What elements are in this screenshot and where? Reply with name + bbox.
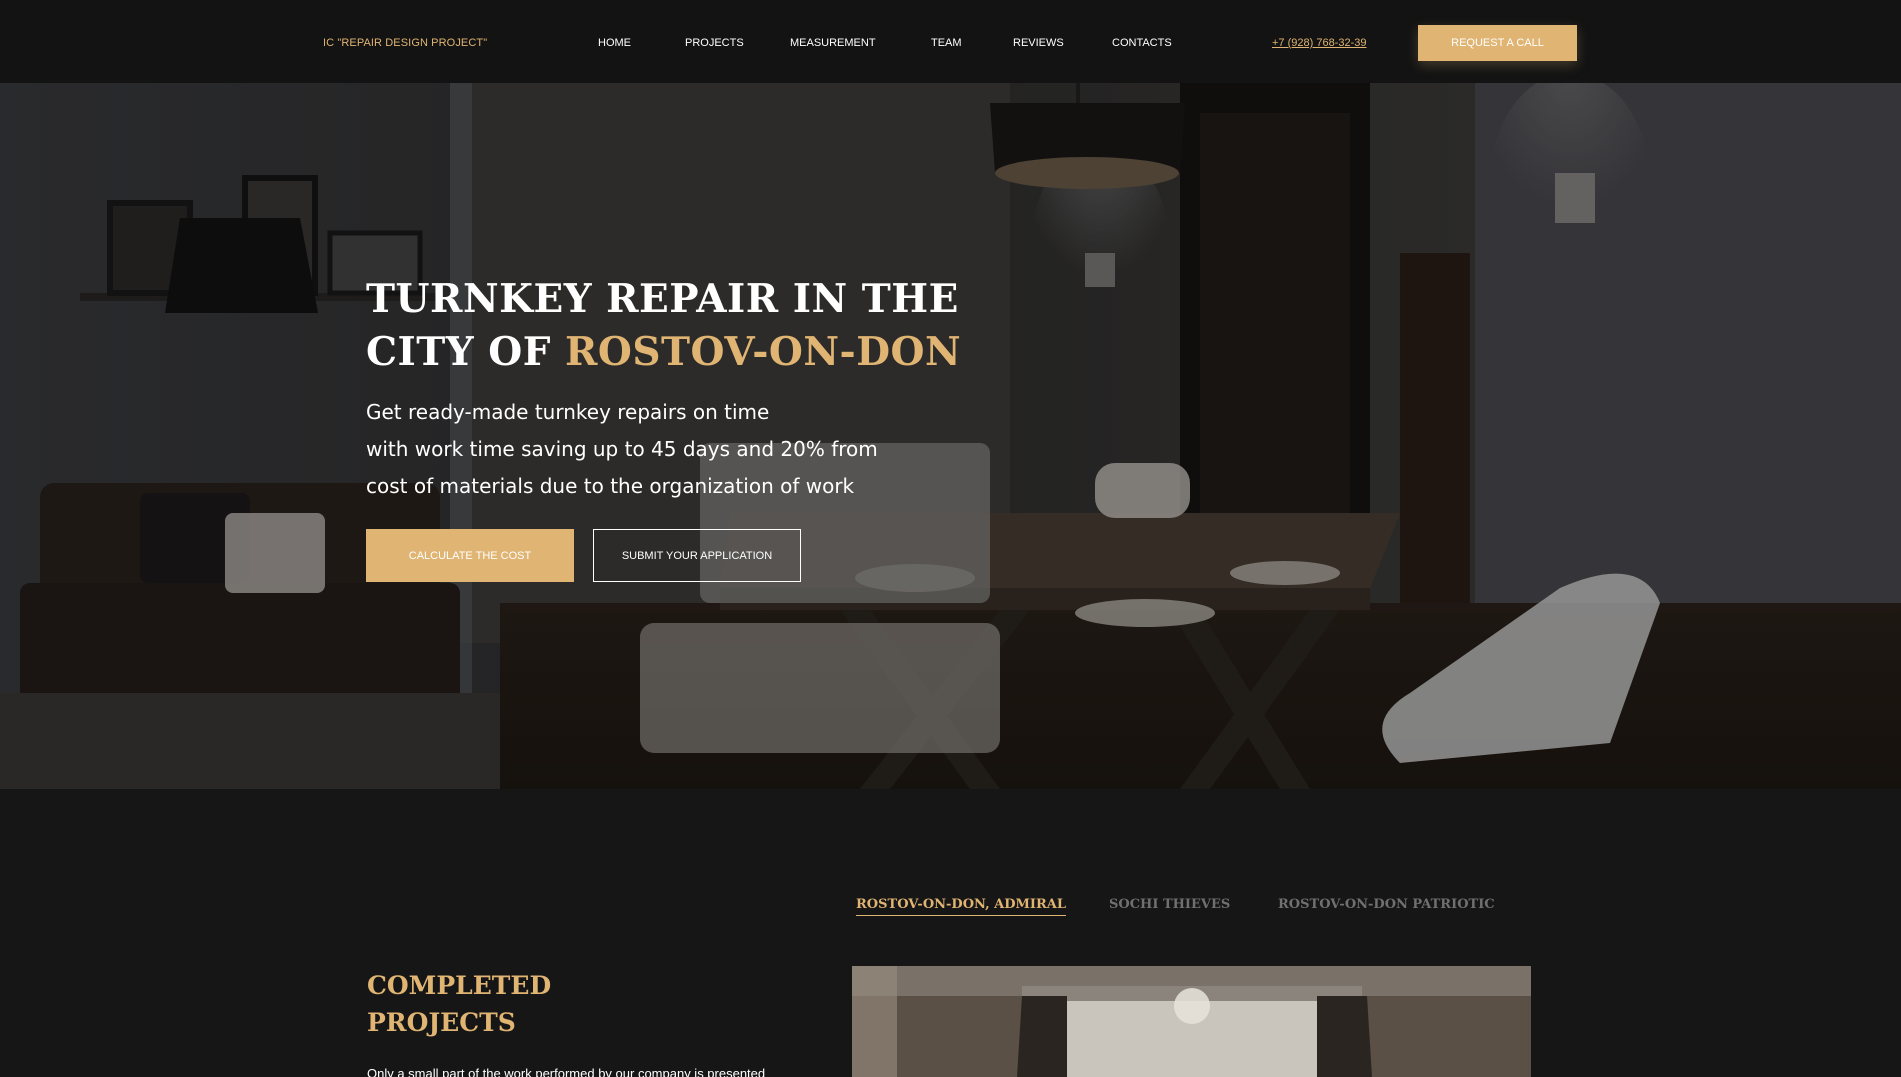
phone-link[interactable]: +7 (928) 768-32-39	[1272, 37, 1366, 49]
hero-title: TURNKEY REPAIR IN THE CITY OF ROSTOV-ON-…	[366, 273, 966, 379]
calculate-cost-button[interactable]: CALCULATE THE COST	[366, 529, 574, 582]
tab-sochi-thieves[interactable]: SOCHI THIEVES	[1109, 897, 1230, 915]
hero-subtitle-line: with work time saving up to 45 days and …	[366, 437, 878, 461]
section-title-line1: COMPLETED	[367, 971, 552, 1000]
nav-measurement[interactable]: MEASUREMENT	[790, 37, 876, 49]
nav-home[interactable]: HOME	[598, 37, 631, 49]
project-photo-image	[852, 966, 1531, 1077]
submit-application-button[interactable]: SUBMIT YOUR APPLICATION	[593, 529, 801, 582]
request-call-button[interactable]: REQUEST A CALL	[1418, 25, 1577, 61]
section-title-line2: PROJECTS	[367, 1008, 516, 1037]
hero-title-prefix: CITY OF	[366, 329, 565, 375]
section-description: Only a small part of the work performed …	[367, 1066, 766, 1077]
nav-projects[interactable]: PROJECTS	[685, 37, 744, 49]
tab-rostov-admiral[interactable]: ROSTOV-ON-DON, ADMIRAL	[856, 897, 1066, 916]
hero-subtitle-line: cost of materials due to the organizatio…	[366, 474, 855, 498]
project-photo	[852, 966, 1531, 1077]
projects-section: ROSTOV-ON-DON, ADMIRAL SOCHI THIEVES ROS…	[0, 789, 1901, 1077]
section-title: COMPLETED PROJECTS	[367, 967, 551, 1041]
site-header: IC "REPAIR DESIGN PROJECT" HOME PROJECTS…	[0, 0, 1901, 83]
hero-section: TURNKEY REPAIR IN THE CITY OF ROSTOV-ON-…	[0, 83, 1901, 789]
hero-subtitle: Get ready-made turnkey repairs on time w…	[366, 394, 926, 505]
hero-background-image	[0, 83, 1901, 789]
main-nav: HOME PROJECTS MEASUREMENT TEAM REVIEWS C…	[0, 37, 1901, 51]
project-tabs: ROSTOV-ON-DON, ADMIRAL SOCHI THIEVES ROS…	[0, 897, 1901, 921]
hero-subtitle-line: Get ready-made turnkey repairs on time	[366, 400, 770, 424]
hero-title-city: ROSTOV-ON-DON	[564, 329, 962, 375]
nav-contacts[interactable]: CONTACTS	[1112, 37, 1172, 49]
tab-rostov-patriotic[interactable]: ROSTOV-ON-DON PATRIOTIC	[1278, 897, 1495, 915]
hero-title-line1: TURNKEY REPAIR IN THE	[366, 276, 959, 322]
nav-team[interactable]: TEAM	[931, 37, 962, 49]
nav-reviews[interactable]: REVIEWS	[1013, 37, 1064, 49]
